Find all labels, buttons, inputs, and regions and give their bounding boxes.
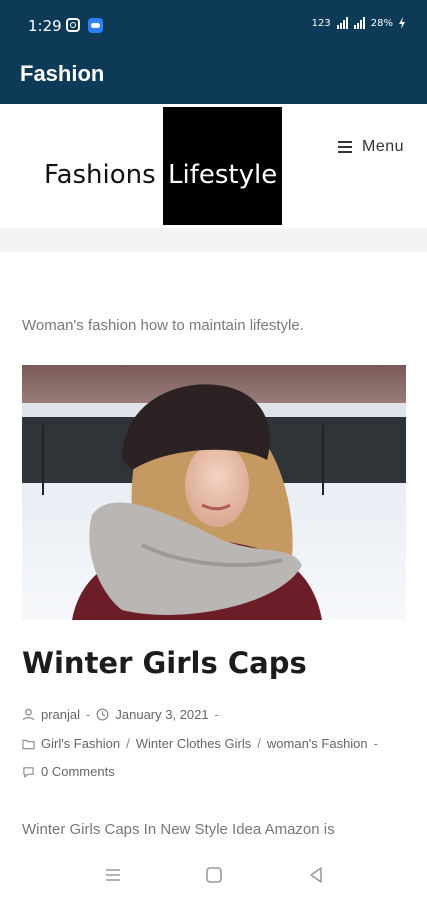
network-speed: 123 — [311, 17, 331, 29]
status-time: 1:29 — [28, 17, 62, 35]
app-title: Fashion — [20, 61, 105, 86]
signal-icon — [336, 17, 348, 29]
post-meta-author-date: pranjal - January 3, 2021 - — [22, 707, 225, 722]
category-separator: / — [257, 736, 261, 751]
post-meta-categories: Girl's Fashion / Winter Clothes Girls / … — [22, 736, 384, 751]
category-separator: / — [126, 736, 130, 751]
user-icon — [22, 708, 35, 721]
folder-icon — [22, 739, 35, 749]
recent-apps-icon[interactable] — [102, 864, 124, 886]
cloud-app-icon — [88, 18, 103, 33]
post-title[interactable]: Winter Girls Caps — [22, 646, 307, 680]
system-nav-bar — [0, 850, 427, 900]
menu-label: Menu — [362, 138, 405, 155]
featured-image[interactable] — [22, 365, 406, 620]
menu-button[interactable]: Menu — [338, 138, 404, 156]
site-logo-text[interactable]: Fashions — [44, 160, 156, 190]
post-date-link[interactable]: January 3, 2021 — [115, 707, 208, 722]
battery-level: 28% — [370, 17, 393, 29]
hamburger-icon — [338, 141, 352, 153]
meta-separator: - — [214, 707, 219, 722]
site-header: Fashions Lifestyle Menu — [0, 104, 427, 228]
status-bar: 1:29 123 28% — [0, 0, 427, 52]
status-indicators: 123 28% — [312, 17, 405, 29]
instagram-icon — [66, 18, 80, 32]
comment-icon — [23, 766, 34, 778]
home-icon[interactable] — [203, 864, 225, 886]
meta-separator: - — [86, 707, 91, 722]
site-logo-text-highlight[interactable]: Lifestyle — [168, 160, 277, 190]
back-icon[interactable] — [305, 864, 327, 886]
battery-icon — [399, 17, 405, 29]
divider-band — [0, 228, 427, 252]
category-link[interactable]: woman's Fashion — [267, 736, 368, 751]
comments-link[interactable]: 0 Comments — [41, 764, 115, 779]
post-author-link[interactable]: pranjal — [41, 707, 80, 722]
signal-icon — [353, 17, 365, 29]
post-excerpt: Winter Girls Caps In New Style Idea Amaz… — [22, 821, 335, 838]
app-bar: Fashion — [0, 52, 427, 104]
featured-photo — [22, 365, 406, 620]
category-link[interactable]: Winter Clothes Girls — [136, 736, 252, 751]
clock-icon — [96, 708, 109, 721]
post-meta-comments: 0 Comments — [22, 764, 115, 779]
meta-separator: - — [373, 736, 378, 751]
site-tagline: Woman's fashion how to maintain lifestyl… — [22, 317, 304, 334]
category-link[interactable]: Girl's Fashion — [41, 736, 120, 751]
